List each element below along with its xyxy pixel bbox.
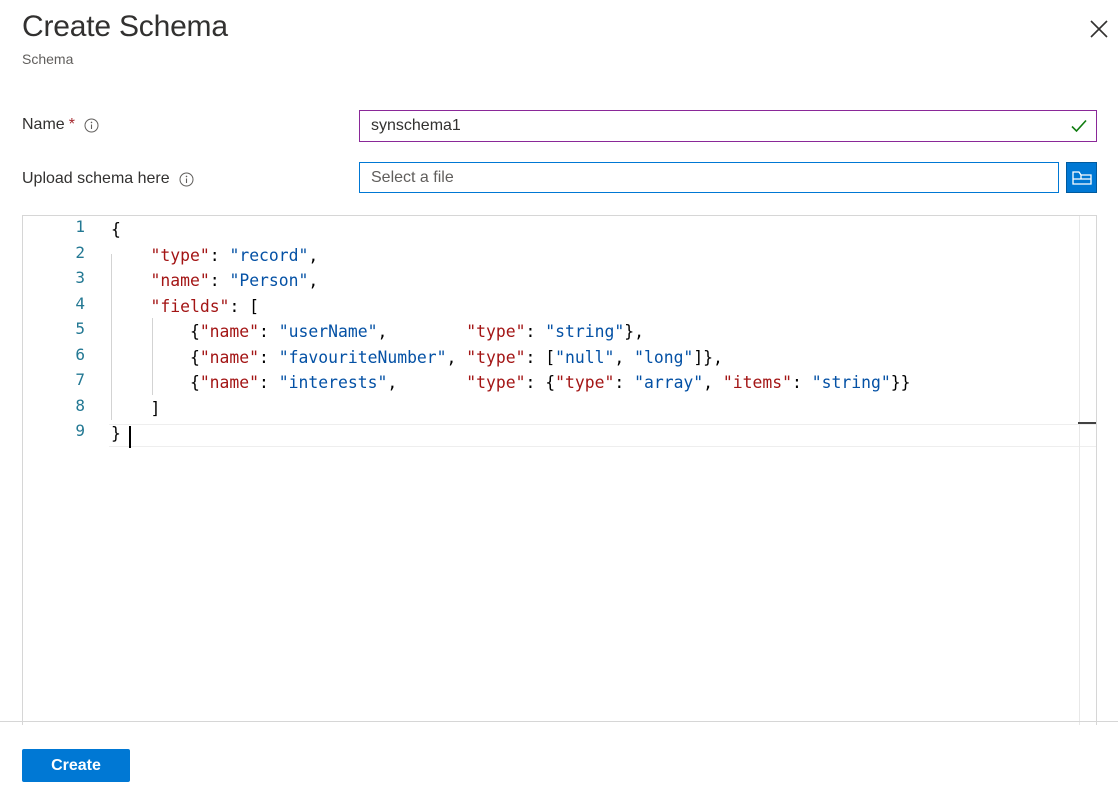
line-number: 2 [75,242,85,262]
json-punctuation-token [111,246,150,265]
json-string-token: "null" [555,347,615,367]
code-line: ] [111,396,160,422]
json-string-token: "long" [634,347,694,367]
json-punctuation-token: , [387,373,467,392]
json-punctuation-token: : [209,245,230,265]
line-number: 4 [75,293,85,313]
json-punctuation-token: }, [624,322,644,341]
json-key-token: "type" [466,347,526,367]
json-punctuation-token: ]}, [693,347,723,367]
json-key-token: "name" [199,347,260,367]
close-icon [1090,20,1108,38]
json-punctuation-token: : [ [525,347,556,367]
json-punctuation-token: } [111,424,121,443]
json-punctuation-token: : [792,373,812,392]
json-punctuation-token: ] [111,398,161,418]
scrollbar-cursor-marker [1078,422,1096,424]
code-line: { [111,217,121,243]
json-punctuation-token: : [614,373,635,392]
code-line: {"name": "interests", "type": {"type": "… [111,370,911,396]
json-string-token: "array" [634,373,704,392]
json-punctuation-token: { [111,220,121,239]
json-key-token: "name" [199,322,260,341]
page-subtitle: Schema [22,51,74,67]
current-line-highlight [109,424,1096,447]
required-asterisk: * [68,116,75,133]
json-string-token: "Person" [229,271,309,290]
json-punctuation-token: , [308,271,319,290]
json-key-token: "items" [722,373,792,392]
name-field-container [359,110,1097,142]
json-key-token: "type" [466,322,526,341]
checkmark-icon [1071,119,1087,133]
json-punctuation-token: : [259,373,279,392]
json-punctuation-token: , [703,373,723,392]
text-caret [129,426,131,448]
folder-icon [1071,170,1092,185]
json-string-token: "record" [229,245,309,265]
json-key-token: "name" [199,373,260,392]
footer-divider [0,721,1118,722]
info-icon[interactable] [84,118,99,133]
json-punctuation-token: { [111,373,200,392]
json-punctuation-token: : [259,322,279,341]
code-line: "type": "record", [111,243,318,269]
json-punctuation-token: , [308,245,319,265]
json-punctuation-token: , [614,347,635,367]
name-label-text: Name [22,116,65,133]
json-punctuation-token: : [209,271,230,290]
json-punctuation-token: : [259,347,279,367]
json-punctuation-token: : [ [229,296,260,316]
info-icon[interactable] [179,172,194,187]
json-string-token: "string" [811,373,891,392]
name-input[interactable] [360,111,1096,141]
json-string-token: "interests" [278,373,388,392]
json-punctuation-token: { [111,322,200,341]
json-punctuation-token: , [446,347,467,367]
json-punctuation-token: { [111,347,200,367]
line-number: 3 [75,268,85,287]
json-string-token: "favouriteNumber" [278,347,447,367]
line-number: 6 [75,344,85,364]
browse-file-button[interactable] [1066,162,1097,193]
code-line: "name": "Person", [111,268,318,294]
json-string-token: "string" [545,322,625,341]
json-key-token: "type" [150,245,210,265]
code-line: {"name": "userName", "type": "string"}, [111,319,644,345]
editor-scrollbar[interactable] [1079,216,1096,725]
file-input[interactable] [360,163,1058,192]
page-title: Create Schema [22,10,228,43]
code-line: } [111,421,121,447]
json-punctuation-token: , [377,322,467,341]
json-punctuation-token: : { [525,373,556,392]
upload-label: Upload schema here [22,170,194,188]
json-punctuation-token [111,297,150,316]
json-key-token: "fields" [150,296,230,316]
json-key-token: "type" [466,373,526,392]
create-button[interactable]: Create [22,749,130,782]
close-button[interactable] [1086,16,1112,42]
json-punctuation-token: : [525,322,546,341]
file-field-container [359,162,1059,193]
schema-code-editor[interactable]: 1 2 3 4 5 6 7 8 9 { "type": "record", "name": "P… [22,215,1097,725]
json-punctuation-token: }} [890,373,911,392]
json-punctuation-token [111,271,150,290]
line-number: 7 [75,370,85,389]
upload-label-text: Upload schema here [22,170,170,187]
code-line: "fields": [ [111,294,259,320]
line-number: 1 [75,217,85,236]
json-key-token: "type" [555,373,615,392]
name-label: Name * [22,116,99,134]
json-string-token: "userName" [278,322,378,341]
line-number: 5 [75,319,85,338]
json-key-token: "name" [150,271,210,290]
line-number: 8 [75,395,85,415]
line-number: 9 [75,421,85,440]
code-line: {"name": "favouriteNumber", "type": ["nu… [111,345,723,371]
